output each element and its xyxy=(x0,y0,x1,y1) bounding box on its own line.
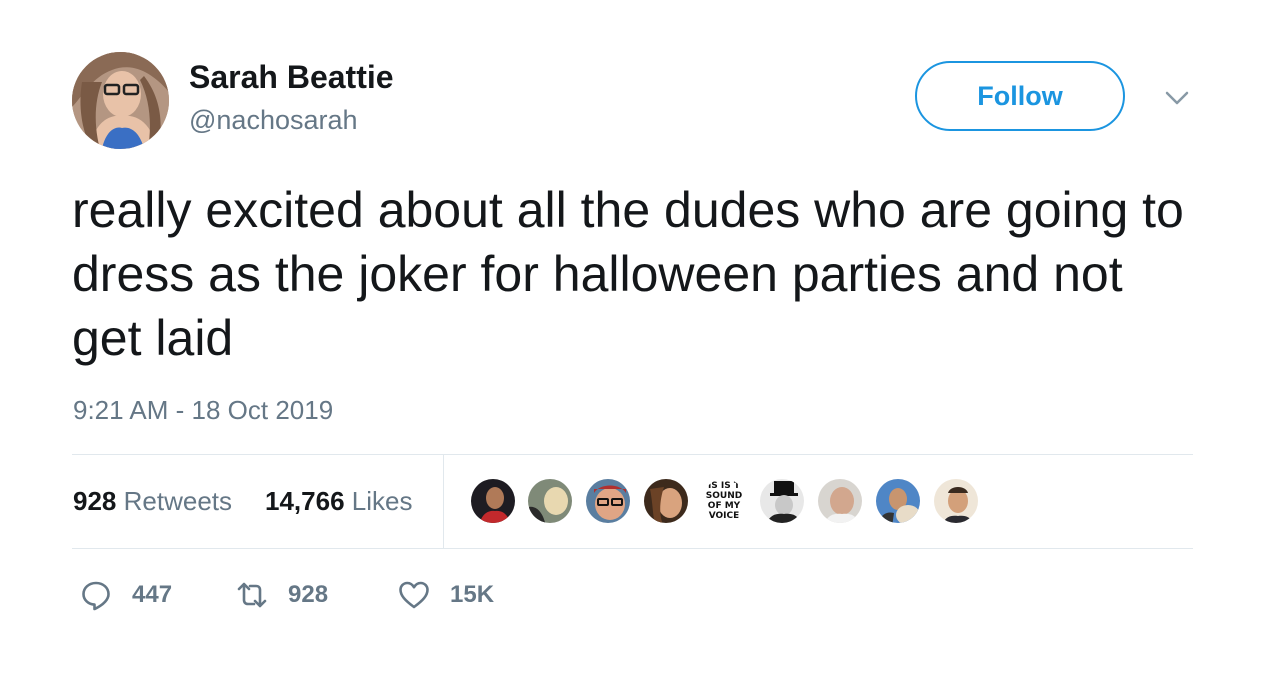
reply-button[interactable]: 447 xyxy=(79,578,172,612)
follow-button[interactable]: Follow xyxy=(915,61,1125,131)
author-name[interactable]: Sarah Beattie xyxy=(189,59,394,96)
liker-avatar[interactable] xyxy=(584,477,632,525)
reply-icon xyxy=(82,581,110,611)
liker-avatar-text-line: IS IS T xyxy=(707,481,741,491)
like-count: 15K xyxy=(450,581,495,608)
heart-icon xyxy=(399,581,429,609)
tweet-timestamp[interactable]: 9:21 AM - 18 Oct 2019 xyxy=(73,395,333,426)
chevron-down-icon[interactable] xyxy=(1163,86,1191,110)
author-handle[interactable]: @nachosarah xyxy=(189,105,358,136)
retweets-label: Retweets xyxy=(123,486,233,516)
liker-avatar-text-line: OF MY xyxy=(707,501,741,511)
liker-avatar[interactable] xyxy=(816,477,864,525)
likes-label: Likes xyxy=(351,486,413,516)
liker-avatar[interactable] xyxy=(932,477,980,525)
retweet-count: 928 xyxy=(288,581,329,608)
tweet-card: Sarah Beattie @nachosarah Follow really … xyxy=(0,0,1264,686)
author-avatar[interactable] xyxy=(72,52,169,149)
likes-stat[interactable]: 14,766 Likes xyxy=(265,486,412,517)
liker-avatar[interactable] xyxy=(758,477,806,525)
liker-avatar[interactable] xyxy=(469,477,517,525)
like-button[interactable]: 15K xyxy=(397,578,494,612)
tweet-text: really excited about all the dudes who a… xyxy=(72,182,1184,366)
liker-avatar-text[interactable]: IS IS T SOUND OF MY VOICE xyxy=(700,477,748,525)
retweets-stat[interactable]: 928 Retweets xyxy=(73,486,232,517)
divider xyxy=(72,548,1193,549)
liker-avatar-text-line: VOICE xyxy=(708,511,740,521)
retweet-button[interactable]: 928 xyxy=(235,578,328,612)
retweets-count: 928 xyxy=(73,486,117,516)
likes-count: 14,766 xyxy=(265,486,345,516)
divider xyxy=(72,454,1193,455)
retweet-icon xyxy=(237,582,267,608)
liker-avatar[interactable] xyxy=(874,477,922,525)
liker-avatar-text-line: SOUND xyxy=(705,491,743,501)
liker-avatar[interactable] xyxy=(642,477,690,525)
author-avatar-image xyxy=(72,52,169,149)
divider xyxy=(443,455,444,548)
liker-avatar[interactable] xyxy=(526,477,574,525)
reply-count: 447 xyxy=(132,581,173,608)
